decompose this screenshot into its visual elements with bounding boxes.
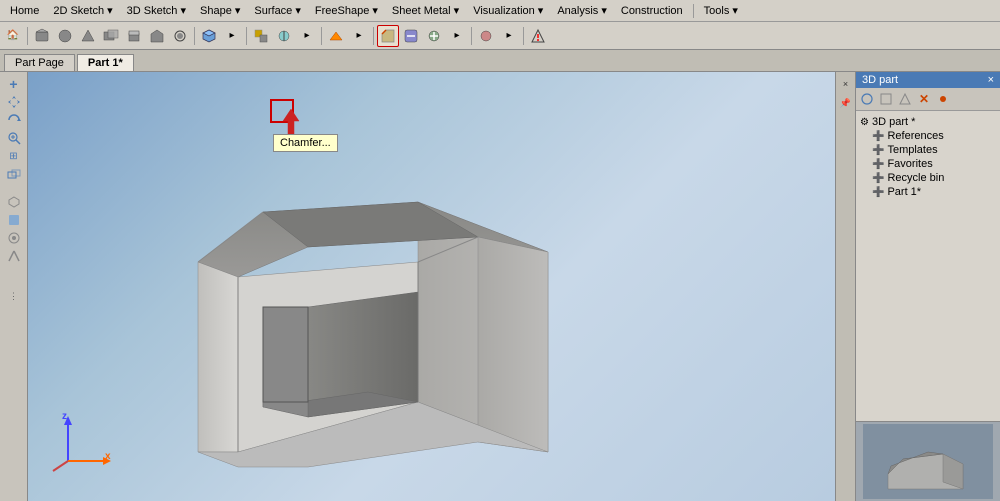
toolbar-btn-10[interactable] bbox=[273, 25, 295, 47]
toolbar-chamfer-btn[interactable] bbox=[377, 25, 399, 47]
left-btn-zoom[interactable] bbox=[6, 130, 22, 146]
toolbar-sep-1 bbox=[27, 27, 28, 45]
right-panel-close-btn[interactable]: × bbox=[988, 74, 994, 86]
toolbar-btn-16[interactable] bbox=[423, 25, 445, 47]
tab-bar: Part Page Part 1* bbox=[0, 50, 1000, 72]
toolbar-btn-20[interactable] bbox=[527, 25, 549, 47]
toolbar-home-btn[interactable]: 🏠 bbox=[2, 25, 24, 47]
menu-home[interactable]: Home bbox=[4, 3, 45, 19]
toolbar-btn-13[interactable]: ▸ bbox=[348, 25, 370, 47]
toolbar-btn-7[interactable] bbox=[169, 25, 191, 47]
tree-label-references: References bbox=[887, 130, 943, 142]
left-btn-view3[interactable] bbox=[6, 230, 22, 246]
tree-view: ⚙ 3D part * ➕ References ➕ Templates ➕ F… bbox=[856, 111, 1000, 421]
menu-shape[interactable]: Shape ▾ bbox=[194, 2, 246, 19]
menu-3dsketch[interactable]: 3D Sketch ▾ bbox=[121, 2, 192, 19]
menu-visualization[interactable]: Visualization ▾ bbox=[467, 2, 549, 19]
toolbar-btn-12[interactable] bbox=[325, 25, 347, 47]
z-axis-label: z bbox=[62, 411, 67, 422]
toolbar-btn-1[interactable] bbox=[31, 25, 53, 47]
thumbnail-svg bbox=[863, 424, 993, 499]
panel-close-btn[interactable]: × bbox=[838, 76, 854, 92]
menu-freeshape[interactable]: FreeShape ▾ bbox=[309, 2, 384, 19]
menu-tools[interactable]: Tools ▾ bbox=[698, 2, 744, 19]
menu-analysis[interactable]: Analysis ▾ bbox=[551, 2, 613, 19]
tree-item-templates[interactable]: ➕ Templates bbox=[860, 143, 996, 157]
toolbar-btn-19[interactable]: ▸ bbox=[498, 25, 520, 47]
right-panel-title: 3D part bbox=[862, 74, 898, 86]
toolbar-sep-5 bbox=[373, 27, 374, 45]
panel-icon-4[interactable]: ✕ bbox=[915, 90, 933, 108]
toolbar-sep-4 bbox=[321, 27, 322, 45]
tree-item-3dpart[interactable]: ⚙ 3D part * bbox=[860, 115, 996, 129]
toolbar-btn-cube[interactable] bbox=[198, 25, 220, 47]
left-toolbar: + ⊞ ⋮ bbox=[0, 72, 28, 501]
toolbar-sep-3 bbox=[246, 27, 247, 45]
tree-item-part1[interactable]: ➕ Part 1* bbox=[860, 185, 996, 199]
tree-icon-templates: ➕ bbox=[872, 145, 884, 156]
left-btn-plus[interactable]: + bbox=[6, 76, 22, 92]
tree-label-recyclebin: Recycle bin bbox=[887, 172, 944, 184]
panel-icon-2[interactable] bbox=[877, 90, 895, 108]
panel-icon-5[interactable] bbox=[934, 90, 952, 108]
right-panel: 3D part × ✕ ⚙ 3D part * bbox=[855, 72, 1000, 501]
toolbar-btn-3[interactable] bbox=[77, 25, 99, 47]
bottom-thumbnail bbox=[856, 421, 1000, 501]
arrow-up-indicator bbox=[281, 109, 301, 140]
toolbar: 🏠 ▸ ▸ ▸ ▸ bbox=[0, 22, 1000, 50]
tree-icon-3dpart: ⚙ bbox=[860, 117, 869, 128]
tree-label-3dpart: 3D part * bbox=[872, 116, 915, 128]
tree-item-favorites[interactable]: ➕ Favorites bbox=[860, 157, 996, 171]
tab-part1[interactable]: Part 1* bbox=[77, 54, 134, 71]
left-btn-rotate[interactable] bbox=[6, 112, 22, 128]
tab-partpage[interactable]: Part Page bbox=[4, 54, 75, 71]
viewport[interactable]: Chamfer... z x bbox=[28, 72, 835, 501]
menu-bar: Home 2D Sketch ▾ 3D Sketch ▾ Shape ▾ Sur… bbox=[0, 0, 1000, 22]
tree-icon-part1: ➕ bbox=[872, 187, 884, 198]
tree-label-part1: Part 1* bbox=[887, 186, 921, 198]
3d-shape bbox=[108, 162, 608, 501]
left-btn-6[interactable] bbox=[6, 166, 22, 182]
menu-sheetmetal[interactable]: Sheet Metal ▾ bbox=[386, 2, 465, 19]
toolbar-btn-5[interactable] bbox=[123, 25, 145, 47]
tree-icon-recyclebin: ➕ bbox=[872, 173, 884, 184]
toolbar-btn-6[interactable] bbox=[146, 25, 168, 47]
panel-icon-toolbar: ✕ bbox=[856, 88, 1000, 111]
x-axis-label: x bbox=[105, 451, 111, 462]
menu-sep bbox=[693, 4, 694, 18]
toolbar-sep-7 bbox=[523, 27, 524, 45]
menu-2dsketch[interactable]: 2D Sketch ▾ bbox=[47, 2, 118, 19]
left-btn-5[interactable]: ⊞ bbox=[6, 148, 22, 164]
right-icon-bar: × 📌 bbox=[835, 72, 855, 501]
toolbar-btn-18[interactable] bbox=[475, 25, 497, 47]
toolbar-btn-15[interactable] bbox=[400, 25, 422, 47]
panel-icon-1[interactable] bbox=[858, 90, 876, 108]
left-btn-view2[interactable] bbox=[6, 212, 22, 228]
left-btn-move[interactable] bbox=[6, 94, 22, 110]
tree-icon-favorites: ➕ bbox=[872, 159, 884, 170]
left-btn-drag[interactable]: ⋮ bbox=[6, 288, 22, 304]
main-area: + ⊞ ⋮ bbox=[0, 72, 1000, 501]
menu-construction[interactable]: Construction bbox=[615, 3, 689, 19]
axis-indicator: z x bbox=[48, 411, 108, 471]
menu-surface[interactable]: Surface ▾ bbox=[248, 2, 307, 19]
panel-pin-btn[interactable]: 📌 bbox=[838, 95, 854, 111]
tree-label-favorites: Favorites bbox=[887, 158, 932, 170]
toolbar-sep-2 bbox=[194, 27, 195, 45]
left-btn-view4[interactable] bbox=[6, 248, 22, 264]
tree-icon-references: ➕ bbox=[872, 131, 884, 142]
toolbar-btn-4[interactable] bbox=[100, 25, 122, 47]
left-btn-view1[interactable] bbox=[6, 194, 22, 210]
toolbar-btn-2[interactable] bbox=[54, 25, 76, 47]
toolbar-btn-17[interactable]: ▸ bbox=[446, 25, 468, 47]
tree-item-recyclebin[interactable]: ➕ Recycle bin bbox=[860, 171, 996, 185]
right-panel-header: 3D part × bbox=[856, 72, 1000, 88]
panel-icon-3[interactable] bbox=[896, 90, 914, 108]
tree-label-templates: Templates bbox=[887, 144, 937, 156]
toolbar-sep-6 bbox=[471, 27, 472, 45]
toolbar-btn-8[interactable]: ▸ bbox=[221, 25, 243, 47]
tree-item-references[interactable]: ➕ References bbox=[860, 129, 996, 143]
toolbar-btn-9[interactable] bbox=[250, 25, 272, 47]
toolbar-btn-11[interactable]: ▸ bbox=[296, 25, 318, 47]
